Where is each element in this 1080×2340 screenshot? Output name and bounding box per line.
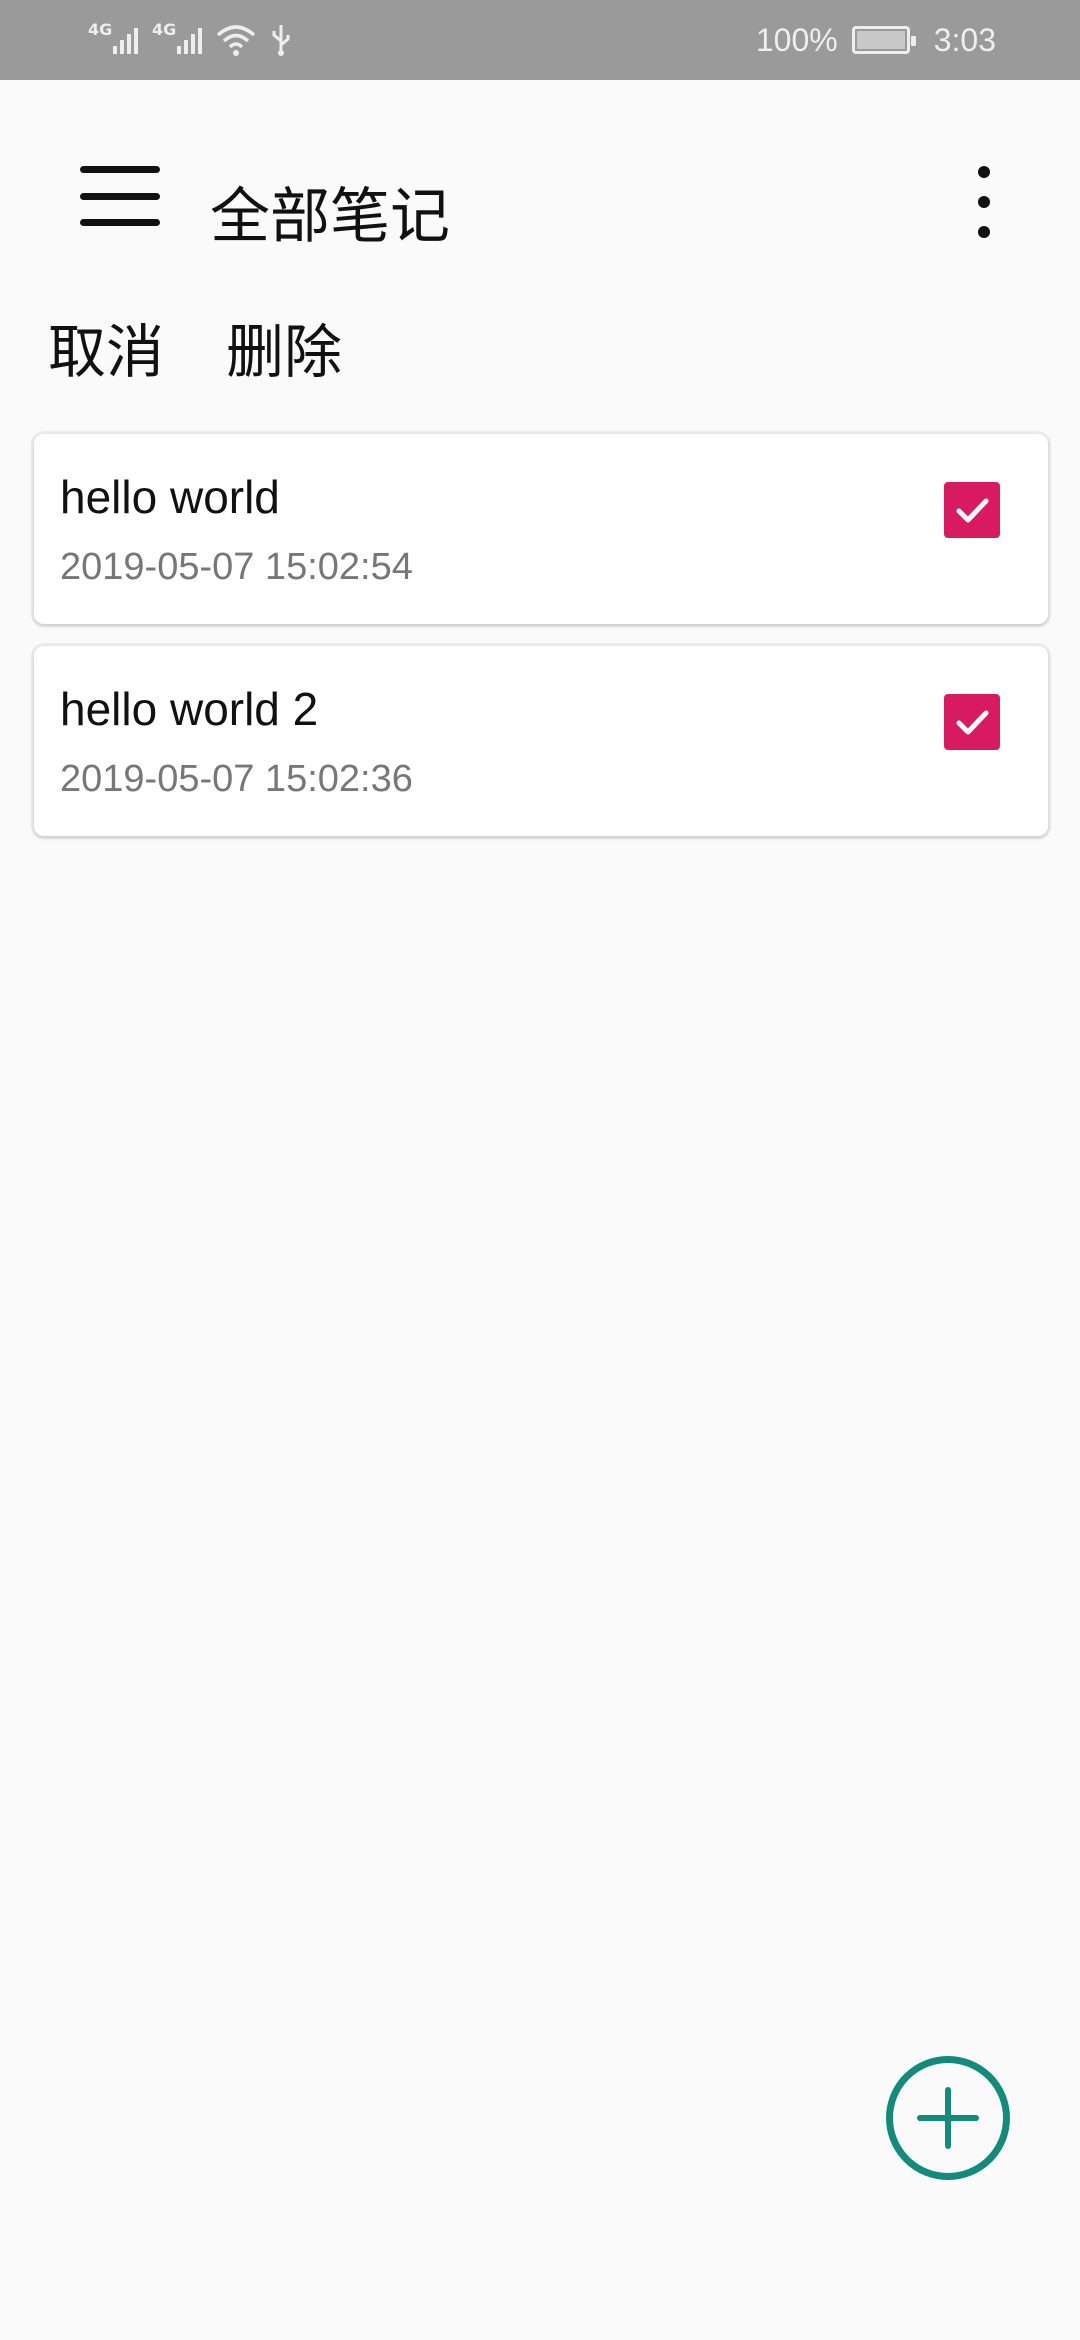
note-card[interactable]: hello world 2019-05-07 15:02:54 <box>34 434 1048 624</box>
add-note-button[interactable] <box>886 2056 1010 2180</box>
note-title: hello world <box>60 471 280 523</box>
more-vert-icon[interactable] <box>960 162 1008 242</box>
usb-icon <box>272 25 290 56</box>
hamburger-menu-icon[interactable] <box>80 160 160 232</box>
status-bar: 4G 4G 100% 3:03 <box>0 0 1080 80</box>
toolbar: 全部笔记 <box>0 80 1080 320</box>
note-card[interactable]: hello world 2 2019-05-07 15:02:36 <box>34 646 1048 836</box>
note-timestamp: 2019-05-07 15:02:36 <box>60 758 413 800</box>
note-title: hello world 2 <box>60 683 319 735</box>
network-type-label-2: 4G <box>152 20 177 39</box>
note-timestamp: 2019-05-07 15:02:54 <box>60 546 413 588</box>
delete-button[interactable]: 删除 <box>226 305 342 389</box>
cellular-signal-icon: 4G <box>88 20 138 60</box>
status-icons-right: 100% 3:03 <box>756 22 996 59</box>
checkmark-icon <box>956 498 989 523</box>
selection-actions: 取消 删除 <box>0 305 1080 395</box>
note-checkbox[interactable] <box>944 694 1000 750</box>
battery-icon <box>851 26 916 54</box>
checkmark-icon <box>956 710 989 735</box>
screen: 4G 4G 100% 3:03 全部笔记 取消 删除 hello world 2… <box>0 0 1080 2340</box>
status-icons-left: 4G 4G <box>88 20 292 60</box>
network-type-label: 4G <box>88 20 113 39</box>
clock: 3:03 <box>933 21 996 58</box>
cancel-button[interactable]: 取消 <box>48 305 164 389</box>
battery-percent: 100% <box>755 21 838 58</box>
cellular-signal-icon-2: 4G <box>152 20 202 60</box>
note-checkbox[interactable] <box>944 482 1000 538</box>
wifi-icon <box>216 25 256 56</box>
page-title: 全部笔记 <box>210 182 450 252</box>
